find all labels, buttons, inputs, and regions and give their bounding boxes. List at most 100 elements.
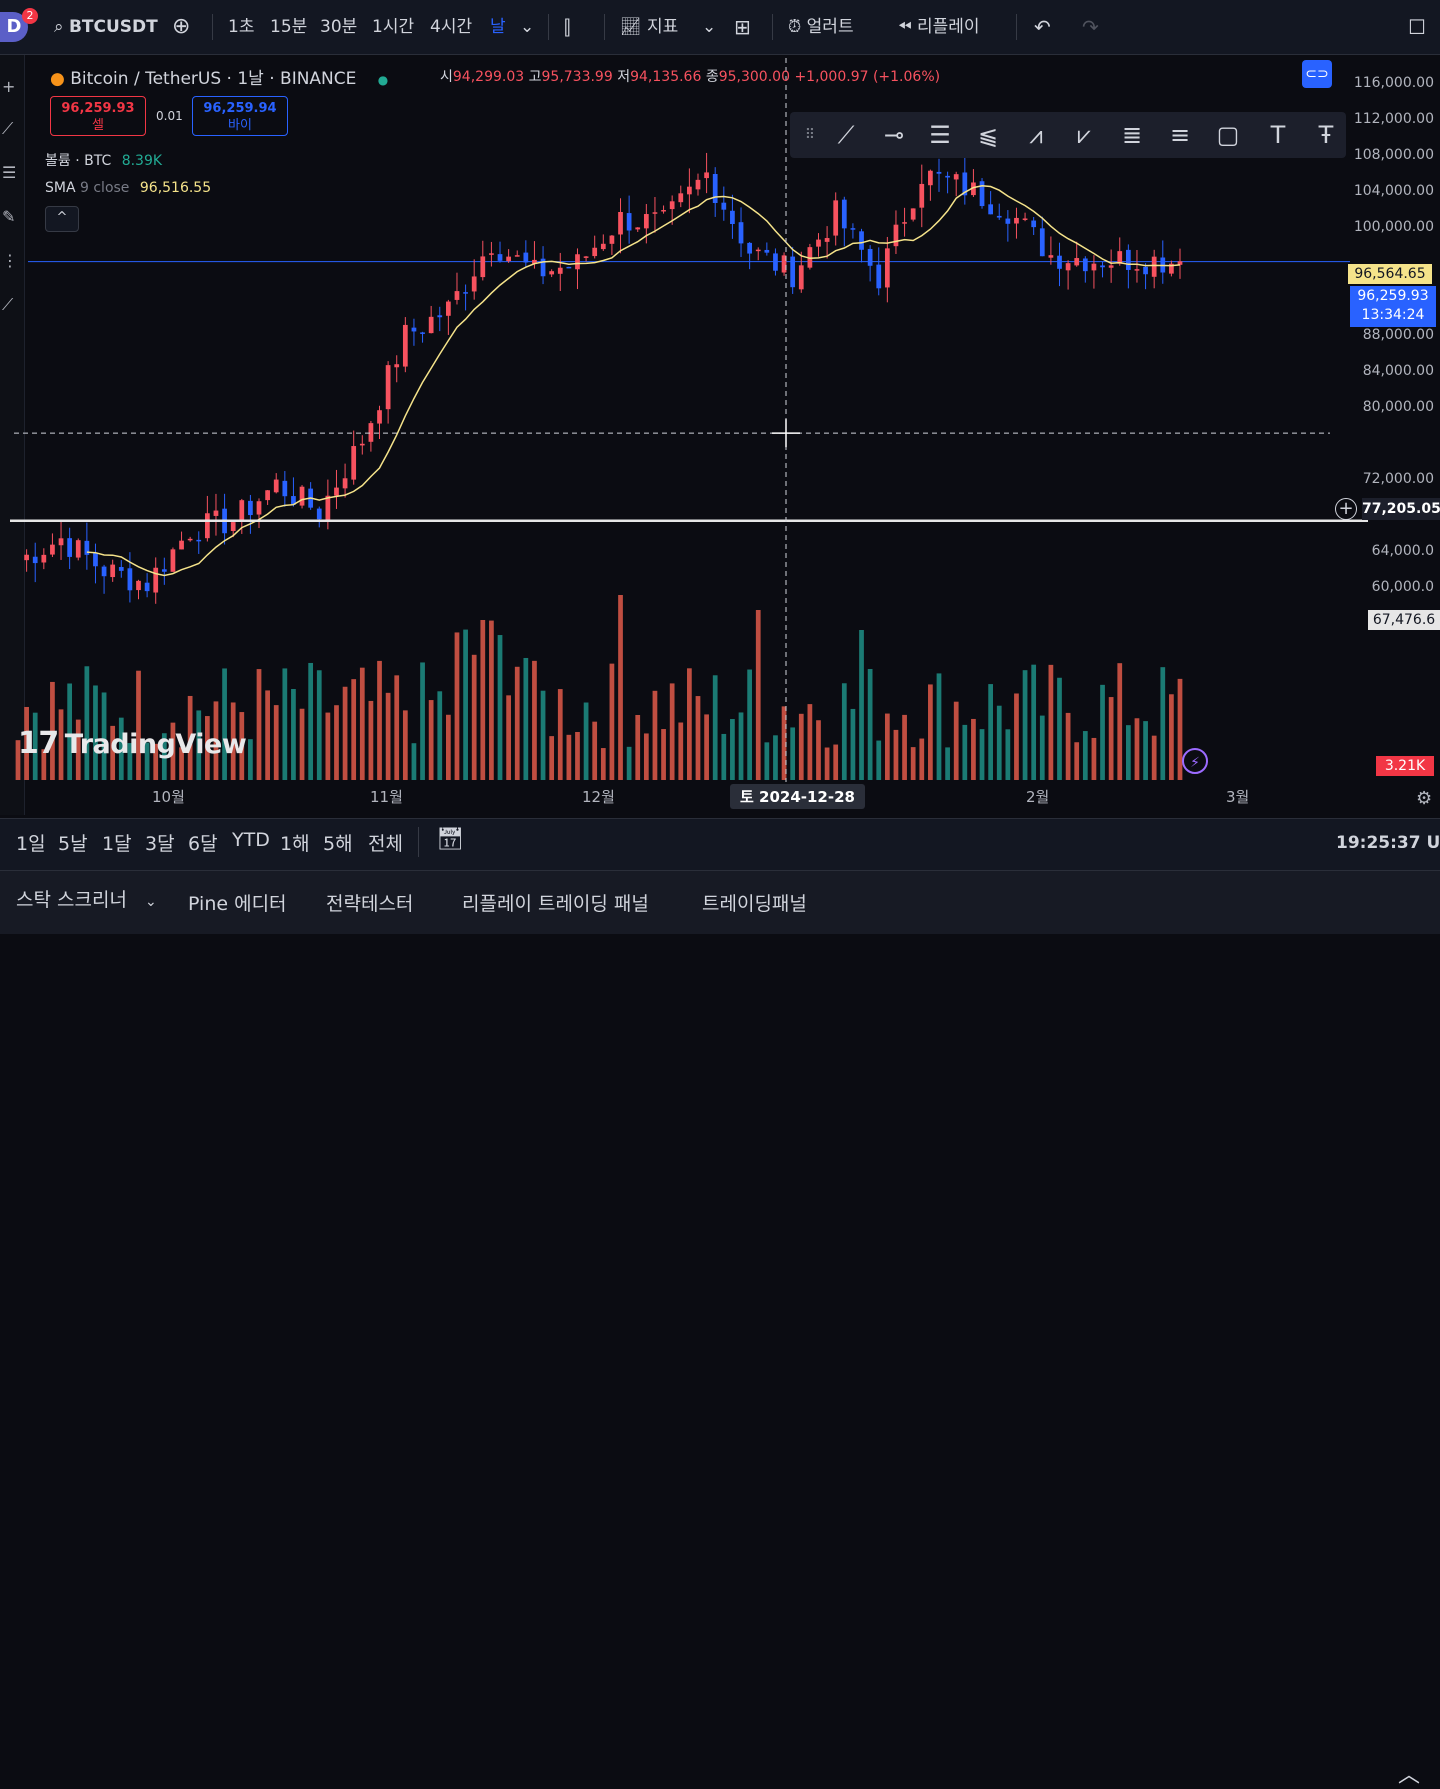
volume-bar bbox=[1065, 712, 1071, 780]
candle-body bbox=[170, 549, 176, 572]
buy-button[interactable]: 96,259.94 바이 bbox=[192, 96, 288, 136]
volume-bar bbox=[540, 690, 546, 780]
candle-body bbox=[1039, 228, 1045, 257]
range-3m[interactable]: 3달 bbox=[145, 829, 175, 856]
last-price-tag: 96,259.93 13:34:24 bbox=[1350, 286, 1436, 327]
volume-bar bbox=[523, 657, 529, 780]
candle-body bbox=[618, 212, 623, 235]
lightning-icon[interactable]: ⚡ bbox=[1182, 748, 1208, 774]
candle-body bbox=[1082, 258, 1088, 272]
candle-body bbox=[204, 513, 210, 539]
candle-body bbox=[1048, 255, 1054, 258]
range-1m[interactable]: 1달 bbox=[102, 829, 132, 856]
volume-bar bbox=[971, 718, 976, 780]
collapse-legend-button[interactable]: ^ bbox=[45, 206, 79, 232]
candle-body bbox=[316, 508, 322, 520]
volume-bar bbox=[790, 727, 796, 780]
candle-body bbox=[600, 243, 606, 250]
volume-bar bbox=[669, 683, 675, 780]
candle-body bbox=[583, 256, 589, 258]
trendline-icon[interactable]: ⟋ bbox=[830, 120, 862, 150]
volume-bar bbox=[1022, 670, 1028, 780]
range-5y[interactable]: 5해 bbox=[323, 829, 353, 856]
candle-body bbox=[446, 301, 451, 316]
tab-trading-panel[interactable]: 트레이딩패널 bbox=[702, 889, 807, 916]
volume-bar bbox=[334, 705, 339, 780]
symbol-logo-icon: ● bbox=[50, 69, 65, 89]
volume-bar bbox=[962, 724, 968, 780]
volume-bar bbox=[1031, 664, 1037, 780]
range-1d[interactable]: 1일 bbox=[16, 829, 46, 856]
volume-bar bbox=[1143, 721, 1148, 780]
volume-bar bbox=[1125, 725, 1131, 780]
fib-fan-icon[interactable]: ⫹ bbox=[972, 120, 1004, 150]
range-6m[interactable]: 6달 bbox=[188, 829, 218, 856]
candle-body bbox=[592, 247, 598, 257]
gear-icon[interactable]: ⚙ bbox=[1416, 788, 1432, 809]
candle-body bbox=[669, 201, 675, 210]
candle-body bbox=[678, 193, 684, 203]
volume-bar bbox=[687, 668, 692, 780]
tab-stock-screener[interactable]: 스탁 스크리너 ⌄ bbox=[16, 885, 157, 912]
candle-body bbox=[471, 276, 477, 292]
candle-body bbox=[566, 266, 572, 269]
parallel-channel-icon[interactable]: ☰ bbox=[924, 120, 956, 150]
candle-body bbox=[239, 500, 245, 522]
text-icon[interactable]: T bbox=[1262, 120, 1294, 150]
range-1y[interactable]: 1해 bbox=[280, 829, 310, 856]
clock[interactable]: 19:25:37 UTC bbox=[1336, 833, 1440, 853]
candle-body bbox=[67, 538, 73, 557]
volume-bar bbox=[1160, 667, 1166, 780]
chevron-up-icon[interactable]: ︿ bbox=[1398, 1757, 1420, 1789]
volume-bar bbox=[661, 729, 666, 780]
volume-bar bbox=[910, 747, 916, 780]
candle-body bbox=[1134, 269, 1140, 271]
range-all[interactable]: 전체 bbox=[368, 829, 403, 856]
horizontal-ray-icon[interactable]: ⊸ bbox=[878, 120, 910, 150]
object-tree-icon[interactable]: ⊂⊃ bbox=[1302, 60, 1332, 88]
volume-bar bbox=[84, 666, 90, 780]
rectangle-icon[interactable]: ▢ bbox=[1212, 120, 1244, 150]
candle-body bbox=[1100, 265, 1105, 268]
volume-bar bbox=[273, 705, 279, 780]
volume-bar bbox=[471, 654, 477, 780]
volume-bar bbox=[1169, 694, 1174, 780]
tradingview-logo[interactable]: 17 TradingView bbox=[18, 726, 247, 761]
fib-retracement-icon[interactable]: ≣ bbox=[1116, 120, 1148, 150]
candle-body bbox=[41, 554, 47, 563]
fib-extension-icon[interactable]: ≡ bbox=[1164, 120, 1196, 150]
candle-body bbox=[704, 172, 709, 179]
text-size-icon[interactable]: Ŧ bbox=[1310, 120, 1342, 150]
candle-body bbox=[902, 222, 907, 224]
candle-body bbox=[489, 253, 494, 255]
chart-title[interactable]: Bitcoin / TetherUS · 1날 · BINANCE bbox=[70, 69, 356, 89]
volume-bar bbox=[988, 684, 994, 780]
sma-indicator-legend[interactable]: SMA 9 close 96,516.55 bbox=[45, 180, 211, 196]
tab-replay-trading-panel[interactable]: 리플레이 트레이딩 패널 bbox=[462, 889, 649, 916]
elliott-wave-icon[interactable]: ⩘ bbox=[1020, 120, 1052, 150]
calendar-icon[interactable]: 📅︎ bbox=[436, 827, 464, 852]
tab-strategy-tester[interactable]: 전략테스터 bbox=[326, 889, 413, 916]
volume-bar bbox=[755, 610, 761, 780]
candle-body bbox=[514, 255, 520, 257]
volume-bar bbox=[1117, 663, 1123, 780]
candle-body bbox=[334, 487, 339, 496]
candle-body bbox=[359, 443, 365, 446]
tab-pine-editor[interactable]: Pine 에디터 bbox=[188, 889, 287, 916]
volume-indicator-legend[interactable]: 볼륨 · BTC 8.39K bbox=[45, 150, 162, 170]
candle-body bbox=[798, 265, 804, 290]
plus-circle-icon[interactable]: + bbox=[1335, 498, 1357, 520]
abcd-pattern-icon[interactable]: ⩗ bbox=[1068, 120, 1100, 150]
volume-bar bbox=[248, 739, 253, 780]
drag-handle-icon[interactable]: ⠿ bbox=[794, 120, 826, 150]
range-5d[interactable]: 5날 bbox=[58, 829, 88, 856]
candle-body bbox=[161, 569, 167, 572]
sell-button[interactable]: 96,259.93 셀 bbox=[50, 96, 146, 136]
volume-bar bbox=[282, 668, 288, 780]
candle-body bbox=[979, 181, 985, 207]
volume-bar bbox=[859, 630, 864, 780]
candle-body bbox=[747, 242, 752, 254]
volume-bar bbox=[454, 632, 460, 780]
range-ytd[interactable]: YTD bbox=[232, 829, 270, 851]
candle-body bbox=[738, 222, 744, 244]
